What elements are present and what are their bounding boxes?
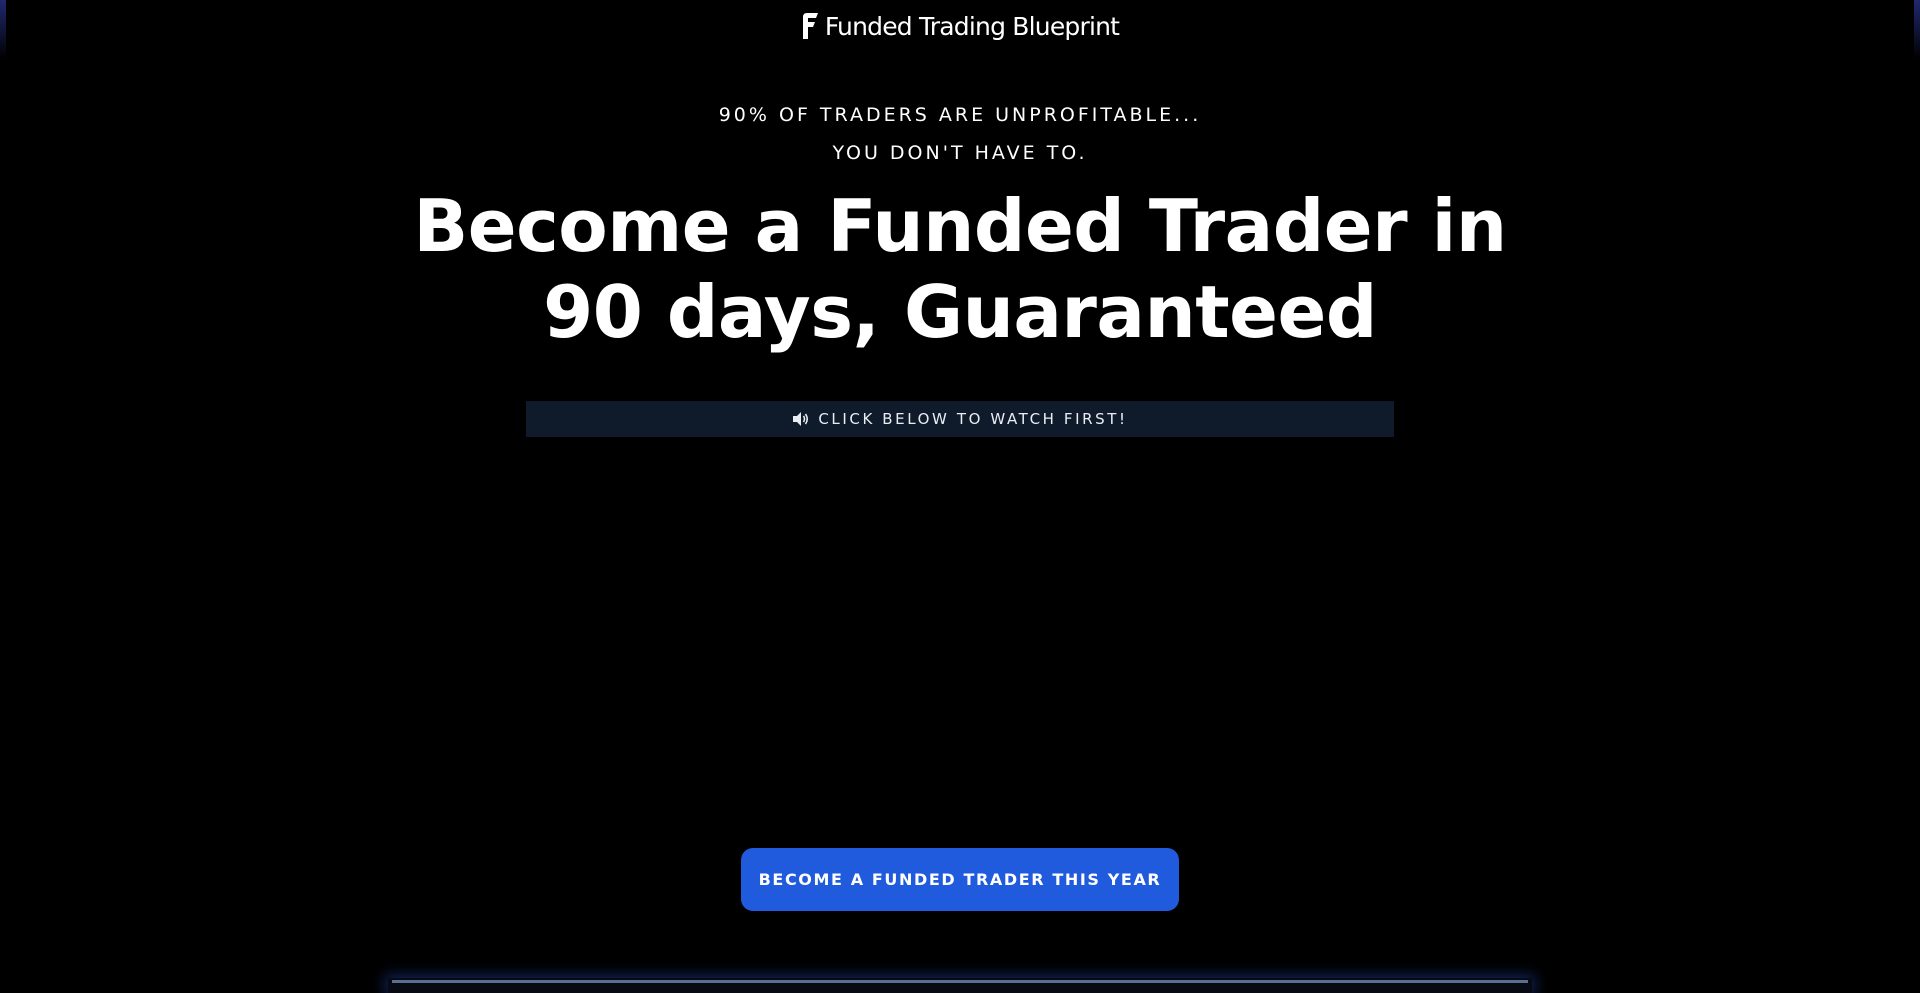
pre-headline-1: 90% OF TRADERS ARE UNPROFITABLE... — [718, 104, 1202, 126]
become-funded-trader-button[interactable]: BECOME A FUNDED TRADER THIS YEAR — [741, 848, 1179, 911]
page-headline: Become a Funded Trader in 90 days, Guara… — [413, 184, 1507, 354]
watch-first-bar: CLICK BELOW TO WATCH FIRST! — [526, 401, 1394, 437]
f-logo-mark-icon — [802, 13, 818, 39]
watch-first-label: CLICK BELOW TO WATCH FIRST! — [818, 410, 1128, 428]
speaker-icon — [793, 412, 809, 426]
bottom-panel-divider — [392, 980, 1528, 983]
logo-text: Funded Trading Blueprint — [824, 11, 1120, 41]
site-header: Funded Trading Blueprint — [0, 0, 1920, 52]
bottom-panel — [388, 978, 1532, 993]
pre-headline-2: YOU DON'T HAVE TO. — [832, 142, 1088, 164]
brand-logo[interactable]: Funded Trading Blueprint — [801, 11, 1120, 41]
landing-page: Funded Trading Blueprint 90% OF TRADERS … — [0, 0, 1920, 993]
video-player[interactable] — [526, 437, 1394, 837]
